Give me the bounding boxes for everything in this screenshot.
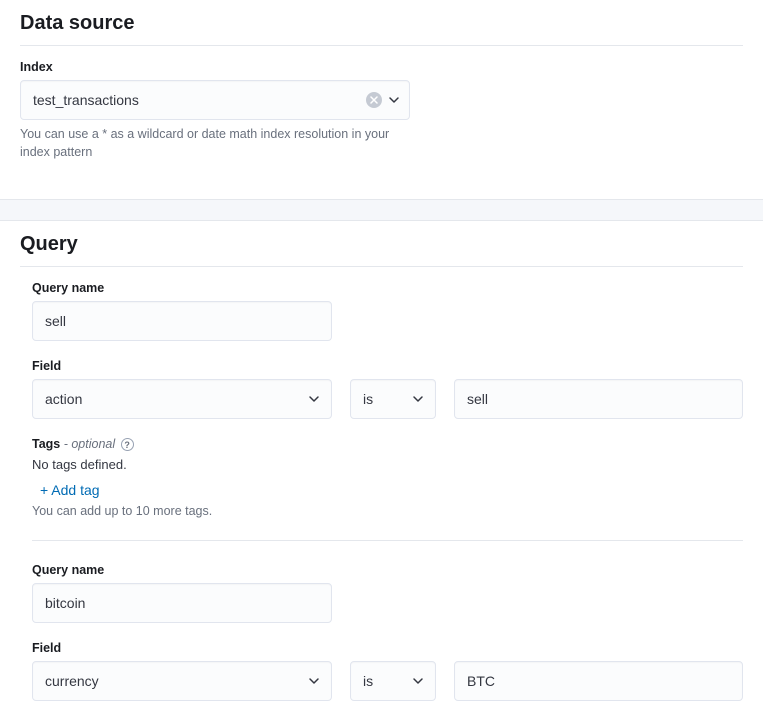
- data-source-title: Data source: [20, 12, 743, 46]
- field-label: Field: [32, 359, 743, 373]
- help-icon[interactable]: ?: [121, 438, 134, 451]
- field-value-input[interactable]: [454, 661, 743, 701]
- index-input[interactable]: [20, 80, 410, 120]
- no-tags-text: No tags defined.: [32, 457, 743, 472]
- query-divider: [32, 540, 743, 541]
- index-label: Index: [20, 60, 743, 74]
- query-body: Query name Field action is: [20, 281, 743, 701]
- field-row: Field currency is: [32, 641, 743, 701]
- query-panel: Query Query name Field action is: [0, 221, 763, 725]
- field-label: Field: [32, 641, 743, 655]
- tags-label: Tags - optional ?: [32, 437, 743, 451]
- operator-select-wrap: is: [350, 661, 436, 701]
- query-title: Query: [20, 233, 743, 267]
- query-name-input[interactable]: [32, 583, 332, 623]
- close-icon: [370, 96, 378, 104]
- query-name-label: Query name: [32, 281, 743, 295]
- tags-optional: - optional: [60, 437, 115, 451]
- index-controls: [366, 92, 402, 108]
- field-inputs: currency is: [32, 661, 743, 701]
- field-select[interactable]: action: [32, 379, 332, 419]
- operator-select[interactable]: is: [350, 661, 436, 701]
- panel-gap: [0, 199, 763, 221]
- index-row: Index You can use a * as a wildcard or d…: [20, 60, 743, 161]
- index-dropdown-toggle[interactable]: [388, 93, 402, 107]
- field-select-wrap: action: [32, 379, 332, 419]
- field-row: Field action is: [32, 359, 743, 419]
- tags-label-text: Tags: [32, 437, 60, 451]
- field-select[interactable]: currency: [32, 661, 332, 701]
- index-help-text: You can use a * as a wildcard or date ma…: [20, 126, 420, 161]
- field-inputs: action is: [32, 379, 743, 419]
- query-name-row: Query name: [32, 281, 743, 341]
- field-select-wrap: currency: [32, 661, 332, 701]
- chevron-down-icon: [388, 94, 400, 106]
- operator-select[interactable]: is: [350, 379, 436, 419]
- operator-select-wrap: is: [350, 379, 436, 419]
- query-name-row: Query name: [32, 563, 743, 623]
- query-name-input[interactable]: [32, 301, 332, 341]
- query-name-label: Query name: [32, 563, 743, 577]
- field-value-input[interactable]: [454, 379, 743, 419]
- tags-row: Tags - optional ? No tags defined. + Add…: [32, 437, 743, 518]
- tags-help-text: You can add up to 10 more tags.: [32, 504, 743, 518]
- add-tag-button[interactable]: + Add tag: [32, 480, 108, 500]
- index-input-wrap: [20, 80, 410, 120]
- clear-index-button[interactable]: [366, 92, 382, 108]
- data-source-panel: Data source Index You can use a * as a w…: [0, 0, 763, 199]
